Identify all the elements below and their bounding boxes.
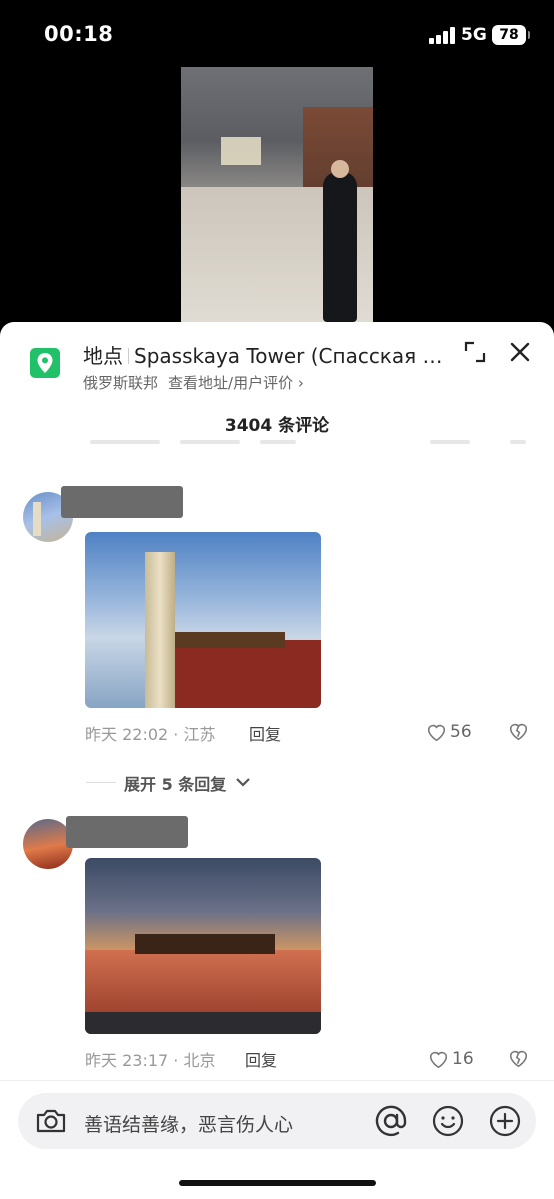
emoji-icon[interactable]: [430, 1103, 466, 1139]
redacted-username: [61, 486, 183, 518]
expand-icon[interactable]: [463, 340, 487, 364]
comment-count: 3404 条评论: [224, 416, 330, 436]
location-country: 俄罗斯联邦: [83, 374, 159, 392]
comment-input-placeholder[interactable]: 善语结善缘，恶言伤人心: [84, 1110, 293, 1137]
location-name: Spasskaya Tower (Спасская башня): [134, 344, 443, 368]
status-time: 00:18: [44, 22, 114, 46]
scrolled-comment-footer: [80, 440, 540, 454]
location-label: 地点: [83, 344, 123, 368]
camera-icon[interactable]: [34, 1104, 68, 1138]
broken-heart-icon[interactable]: [508, 1049, 530, 1071]
comment-time-location: 昨天 22:02 · 江苏: [85, 725, 216, 744]
mention-icon[interactable]: [373, 1103, 409, 1139]
heart-icon: [427, 724, 446, 742]
heart-icon: [429, 1051, 448, 1069]
location-title[interactable]: 地点 Spasskaya Tower (Спасская башня): [83, 340, 443, 369]
reply-button[interactable]: 回复: [245, 1047, 277, 1071]
location-subtitle[interactable]: 俄罗斯联邦 查看地址/用户评价 ›: [83, 372, 304, 393]
redacted-username: [66, 816, 188, 848]
status-bar: 00:18 5G 78: [0, 0, 554, 70]
broken-heart-icon[interactable]: [508, 722, 530, 744]
like-count: 56: [450, 722, 472, 742]
chevron-down-icon[interactable]: [235, 774, 251, 790]
video-player[interactable]: [181, 67, 373, 329]
comment-time-location: 昨天 23:17 · 北京: [85, 1051, 216, 1070]
comment-photo[interactable]: [85, 532, 321, 708]
comment-photo[interactable]: [85, 858, 321, 1034]
like-count: 16: [452, 1049, 474, 1069]
network-type: 5G: [461, 25, 487, 45]
expand-replies-button[interactable]: 展开 5 条回复: [124, 771, 226, 795]
home-indicator: [179, 1180, 376, 1186]
cellular-signal-icon: [429, 27, 455, 44]
close-icon[interactable]: [508, 340, 532, 364]
divider: [86, 782, 116, 783]
battery-icon: 78: [492, 25, 530, 45]
plus-icon[interactable]: [487, 1103, 523, 1139]
view-address-link[interactable]: 查看地址/用户评价 ›: [168, 374, 304, 392]
reply-button[interactable]: 回复: [249, 721, 281, 745]
location-pin-icon: [30, 348, 60, 378]
